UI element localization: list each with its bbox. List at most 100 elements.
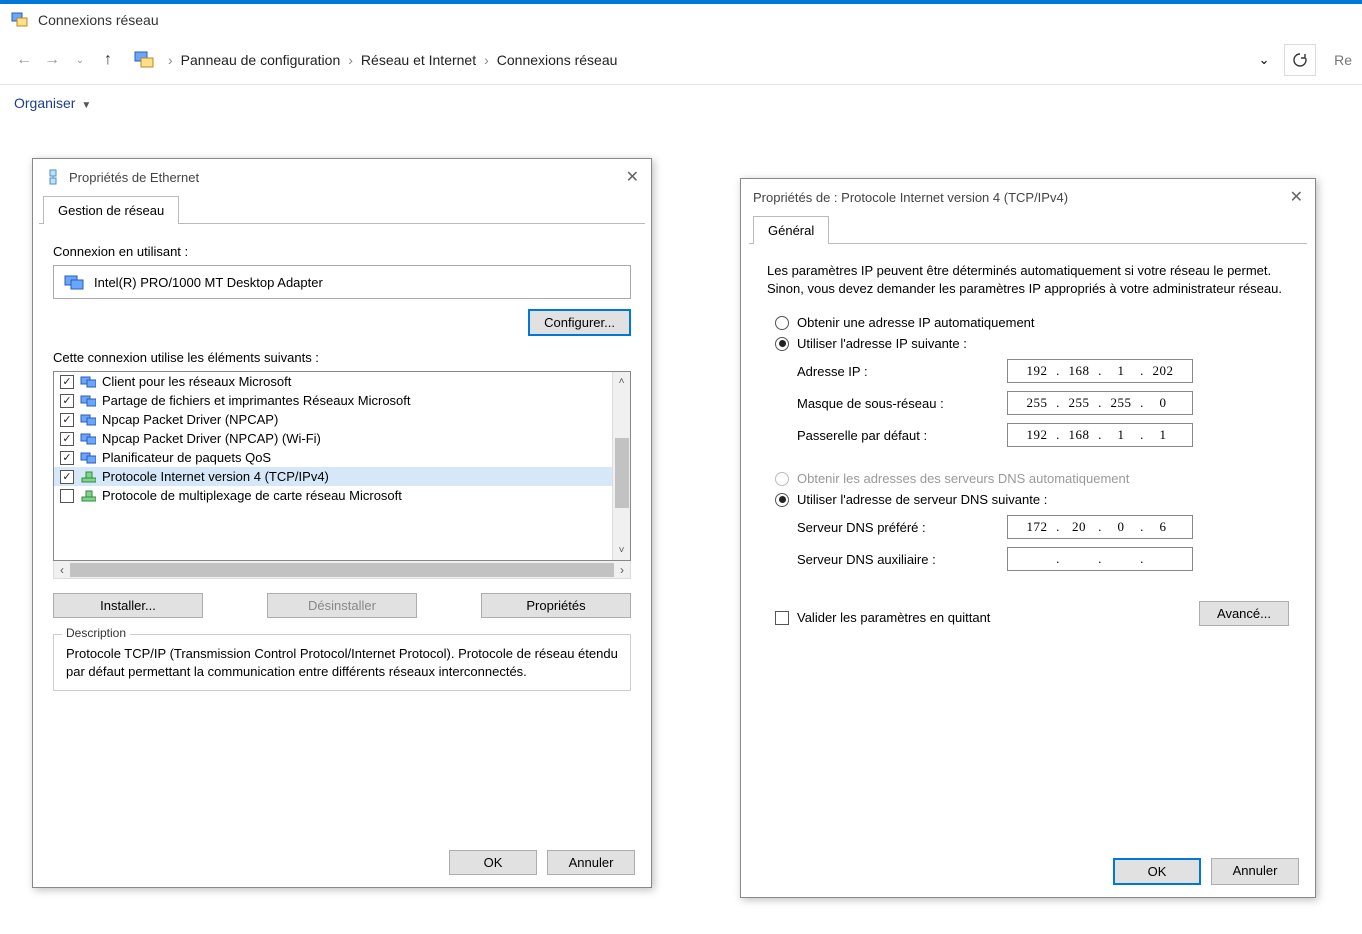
breadcrumb[interactable]: › Panneau de configuration › Réseau et I…	[162, 52, 1250, 68]
checkbox[interactable]: ✓	[60, 470, 74, 484]
ip-address-label: Adresse IP :	[797, 364, 1007, 379]
vertical-scrollbar[interactable]: ˄ ˅	[612, 372, 630, 560]
nav-up-button[interactable]: ↑	[96, 48, 120, 72]
close-button[interactable]: ✕	[611, 167, 639, 187]
cancel-button[interactable]: Annuler	[547, 850, 635, 875]
list-item[interactable]: ✓ Protocole Internet version 4 (TCP/IPv4)	[54, 467, 612, 486]
nav-recent-dropdown[interactable]: ⌄	[68, 48, 92, 72]
chevron-down-icon: ▼	[81, 100, 91, 111]
connection-using-label: Connexion en utilisant :	[53, 244, 631, 259]
description-group: Description Protocole TCP/IP (Transmissi…	[53, 634, 631, 691]
adapter-name: Intel(R) PRO/1000 MT Desktop Adapter	[94, 275, 323, 290]
toolbar: Organiser ▼	[0, 85, 1362, 121]
network-component-icon	[80, 394, 96, 408]
dns-preferred-input[interactable]: 172.20.0.6	[1007, 515, 1193, 539]
close-button[interactable]: ✕	[1275, 187, 1303, 207]
network-connections-icon	[10, 10, 30, 30]
intro-text: Les paramètres IP peuvent être déterminé…	[767, 262, 1289, 297]
subnet-mask-label: Masque de sous-réseau :	[797, 396, 1007, 411]
ipv4-properties-dialog: Propriétés de : Protocole Internet versi…	[740, 178, 1316, 898]
radio-auto-dns: Obtenir les adresses des serveurs DNS au…	[775, 471, 1289, 486]
address-bar: ← → ⌄ ↑ › Panneau de configuration › Rés…	[0, 36, 1362, 85]
protocol-icon	[80, 489, 96, 503]
adapter-box: Intel(R) PRO/1000 MT Desktop Adapter	[53, 265, 631, 299]
list-item[interactable]: ✓ Client pour les réseaux Microsoft	[54, 372, 612, 391]
list-item-label: Npcap Packet Driver (NPCAP) (Wi-Fi)	[102, 431, 321, 446]
validate-on-exit-checkbox[interactable]: Valider les paramètres en quittant	[775, 610, 990, 625]
description-text: Protocole TCP/IP (Transmission Control P…	[66, 645, 618, 680]
explorer-title-bar: Connexions réseau	[0, 4, 1362, 36]
ok-button[interactable]: OK	[449, 850, 537, 875]
list-item-label: Client pour les réseaux Microsoft	[102, 374, 291, 389]
nav-forward-button[interactable]: →	[40, 48, 64, 72]
list-item[interactable]: ✓ Npcap Packet Driver (NPCAP)	[54, 410, 612, 429]
breadcrumb-item[interactable]: Panneau de configuration	[179, 52, 343, 68]
checkbox[interactable]: ✓	[60, 451, 74, 465]
nav-back-button[interactable]: ←	[12, 48, 36, 72]
checkbox[interactable]	[60, 489, 74, 503]
list-item[interactable]: ✓ Planificateur de paquets QoS	[54, 448, 612, 467]
breadcrumb-item[interactable]: Réseau et Internet	[359, 52, 478, 68]
adapter-icon	[64, 274, 84, 290]
dns-alternate-input[interactable]: ...	[1007, 547, 1193, 571]
ok-button[interactable]: OK	[1113, 858, 1201, 885]
checkbox[interactable]: ✓	[60, 413, 74, 427]
scroll-up-icon[interactable]: ˄	[619, 376, 625, 387]
radio-manual-dns[interactable]: Utiliser l'adresse de serveur DNS suivan…	[775, 492, 1289, 507]
list-item[interactable]: ✓ Npcap Packet Driver (NPCAP) (Wi-Fi)	[54, 429, 612, 448]
checkbox[interactable]: ✓	[60, 375, 74, 389]
list-item-label: Planificateur de paquets QoS	[102, 450, 271, 465]
radio-auto-ip[interactable]: Obtenir une adresse IP automatiquement	[775, 315, 1289, 330]
elements-label: Cette connexion utilise les éléments sui…	[53, 350, 631, 365]
properties-button[interactable]: Propriétés	[481, 593, 631, 618]
checkbox[interactable]: ✓	[60, 394, 74, 408]
components-listbox[interactable]: ✓ Client pour les réseaux Microsoft ✓ Parta…	[53, 371, 631, 561]
scroll-left-icon[interactable]: ‹	[60, 563, 64, 577]
network-component-icon	[80, 375, 96, 389]
search-box[interactable]: Re	[1334, 52, 1352, 68]
ethernet-properties-dialog: Propriétés de Ethernet ✕ Gestion de rése…	[32, 158, 652, 888]
list-item[interactable]: ✓ Partage de fichiers et imprimantes Rése…	[54, 391, 612, 410]
chevron-right-icon: ›	[342, 52, 359, 68]
chevron-right-icon: ›	[162, 52, 179, 68]
list-item[interactable]: Protocole de multiplexage de carte résea…	[54, 486, 612, 505]
scrollbar-thumb[interactable]	[70, 563, 614, 577]
cancel-button[interactable]: Annuler	[1211, 858, 1299, 885]
protocol-icon	[80, 470, 96, 484]
scrollbar-thumb[interactable]	[615, 438, 629, 508]
list-item-label: Partage de fichiers et imprimantes Résea…	[102, 393, 411, 408]
dialog-title: Propriétés de Ethernet	[69, 170, 199, 185]
gateway-input[interactable]: 192.168.1.1	[1007, 423, 1193, 447]
checkbox[interactable]: ✓	[60, 432, 74, 446]
chevron-right-icon: ›	[478, 52, 495, 68]
dialog-title: Propriétés de : Protocole Internet versi…	[753, 190, 1068, 205]
list-item-label: Npcap Packet Driver (NPCAP)	[102, 412, 278, 427]
uninstall-button: Désinstaller	[267, 593, 417, 618]
network-component-icon	[80, 413, 96, 427]
horizontal-scrollbar[interactable]: ‹ ›	[53, 561, 631, 579]
gateway-label: Passerelle par défaut :	[797, 428, 1007, 443]
install-button[interactable]: Installer...	[53, 593, 203, 618]
window-title-text: Connexions réseau	[38, 12, 159, 28]
configure-button[interactable]: Configurer...	[528, 309, 631, 336]
subnet-mask-input[interactable]: 255.255.255.0	[1007, 391, 1193, 415]
scroll-down-icon[interactable]: ˅	[619, 545, 625, 556]
dns-preferred-label: Serveur DNS préféré :	[797, 520, 1007, 535]
refresh-button[interactable]	[1284, 44, 1316, 76]
address-dropdown-button[interactable]: ⌄	[1250, 46, 1278, 74]
breadcrumb-item[interactable]: Connexions réseau	[495, 52, 620, 68]
dns-alternate-label: Serveur DNS auxiliaire :	[797, 552, 1007, 567]
control-panel-icon	[132, 48, 156, 72]
ip-address-input[interactable]: 192.168.1.202	[1007, 359, 1193, 383]
network-component-icon	[80, 432, 96, 446]
radio-manual-ip[interactable]: Utiliser l'adresse IP suivante :	[775, 336, 1289, 351]
tab-network-management[interactable]: Gestion de réseau	[43, 196, 179, 224]
ethernet-icon	[45, 169, 61, 185]
network-component-icon	[80, 451, 96, 465]
list-item-label: Protocole de multiplexage de carte résea…	[102, 488, 402, 503]
organize-menu[interactable]: Organiser ▼	[14, 95, 91, 111]
advanced-button[interactable]: Avancé...	[1199, 601, 1289, 626]
list-item-label: Protocole Internet version 4 (TCP/IPv4)	[102, 469, 329, 484]
tab-general[interactable]: Général	[753, 216, 829, 244]
scroll-right-icon[interactable]: ›	[620, 563, 624, 577]
